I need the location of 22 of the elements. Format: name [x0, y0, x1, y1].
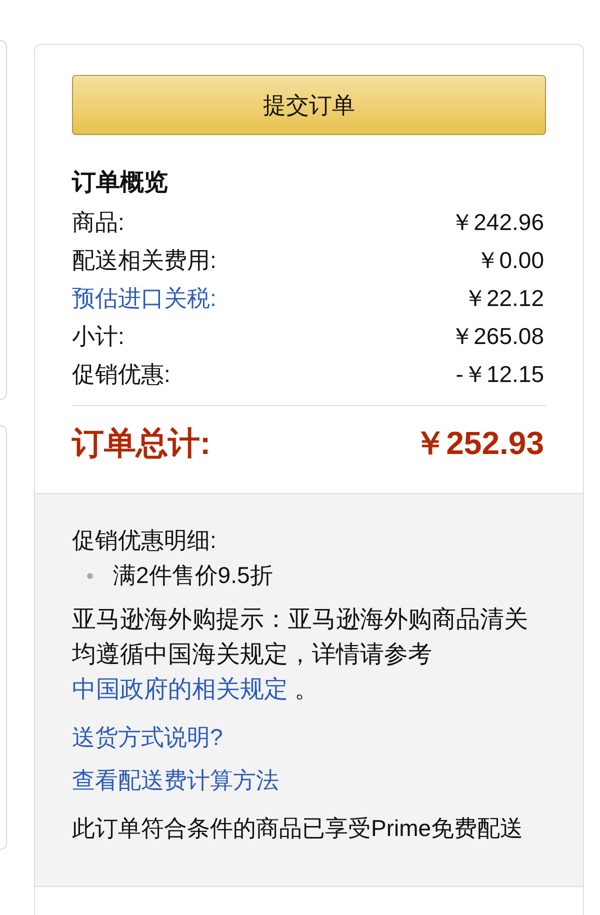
fee-label: 配送相关费用:	[72, 246, 216, 275]
fee-amount: ￥22.12	[463, 284, 544, 313]
fee-amount: ￥265.08	[450, 322, 544, 351]
fee-label: 商品:	[72, 208, 124, 237]
notice-link[interactable]: 中国政府的相关规定	[72, 676, 288, 703]
fee-label: 小计:	[72, 322, 124, 351]
fee-link[interactable]: 预估进口关税:	[72, 279, 216, 317]
help-link[interactable]: 送货方式说明?	[72, 720, 223, 755]
fee-amount: ￥0.00	[476, 246, 544, 275]
fee-amount: -￥12.15	[456, 360, 544, 389]
total-label: 订单总计:	[72, 424, 211, 463]
help-link[interactable]: 查看配送费计算方法	[72, 763, 279, 798]
notice-text: 亚马逊海外购提示：亚马逊海外购商品清关均遵循中国海关规定，详情请参考 中国政府的相关规定 。	[72, 605, 529, 705]
submit-button[interactable]: 提交订单	[72, 75, 546, 135]
bullet-icon	[87, 572, 93, 578]
fee-label: 促销优惠:	[72, 360, 170, 389]
prime-note: 此订单符合条件的商品已享受Prime免费配送	[72, 814, 524, 843]
summary-title: 订单概览	[72, 168, 169, 198]
total-amount: ￥252.93	[414, 424, 544, 463]
promo-item: 满2件售价9.5折	[113, 561, 273, 590]
promo-title: 促销优惠明细:	[72, 526, 218, 555]
fee-amount: ￥242.96	[450, 208, 544, 237]
